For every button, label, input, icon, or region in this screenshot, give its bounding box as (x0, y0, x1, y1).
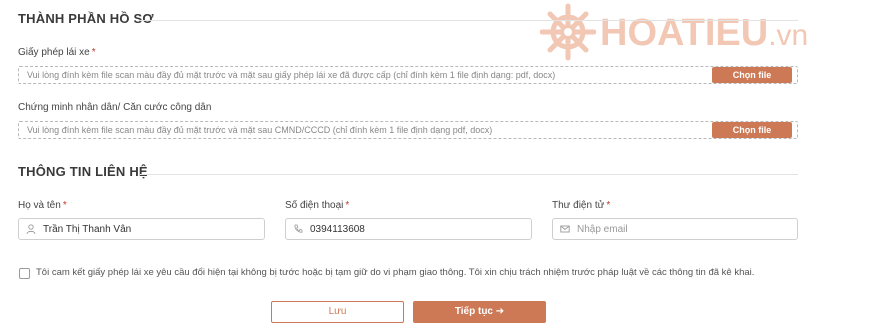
arrow-right-icon: ➔ (495, 306, 505, 317)
section-divider (140, 174, 798, 175)
email-field-label: Thư điện tử * (552, 200, 611, 211)
phone-field[interactable]: 0394113608 (285, 218, 532, 240)
license-upload-label: Giấy phép lái xe * (18, 47, 96, 58)
next-button[interactable]: Tiếp tục ➔ (413, 301, 546, 323)
name-field-value: Trần Thị Thanh Vân (43, 224, 132, 235)
name-field[interactable]: Trần Thị Thanh Vân (18, 218, 265, 240)
id-upload-label: Chứng minh nhân dân/ Căn cước công dân (18, 102, 212, 113)
email-field-placeholder: Nhập email (577, 224, 628, 235)
id-upload-dropzone[interactable]: Vui lòng đính kèm file scan màu đầy đủ m… (18, 121, 798, 139)
commitment-text: Tôi cam kết giấy phép lái xe yêu cầu đổi… (36, 267, 755, 278)
phone-field-value: 0394113608 (310, 224, 365, 235)
phone-icon (294, 224, 303, 233)
user-icon (26, 224, 36, 234)
hoatieu-watermark-logo: HOATIEU.vn (540, 0, 860, 64)
id-upload-hint: Vui lòng đính kèm file scan màu đầy đủ m… (27, 125, 493, 135)
commitment-checkbox[interactable] (19, 268, 30, 279)
license-choose-file-button[interactable]: Chọn file (712, 67, 792, 83)
phone-field-label: Số điện thoại * (285, 200, 350, 211)
id-choose-file-button[interactable]: Chọn file (712, 122, 792, 138)
name-field-label: Họ và tên * (18, 200, 67, 211)
save-button[interactable]: Lưu (271, 301, 404, 323)
license-upload-dropzone[interactable]: Vui lòng đính kèm file scan màu đầy đủ m… (18, 66, 798, 84)
section-divider (140, 20, 798, 21)
profile-section-title: THÀNH PHẦN HỒ SƠ (18, 11, 154, 26)
mail-icon (560, 225, 570, 233)
email-field[interactable]: Nhập email (552, 218, 798, 240)
contact-section-title: THÔNG TIN LIÊN HỆ (18, 164, 148, 179)
ship-wheel-icon (540, 3, 596, 61)
license-upload-hint: Vui lòng đính kèm file scan màu đầy đủ m… (27, 70, 556, 80)
watermark-text: HOATIEU.vn (600, 12, 809, 54)
